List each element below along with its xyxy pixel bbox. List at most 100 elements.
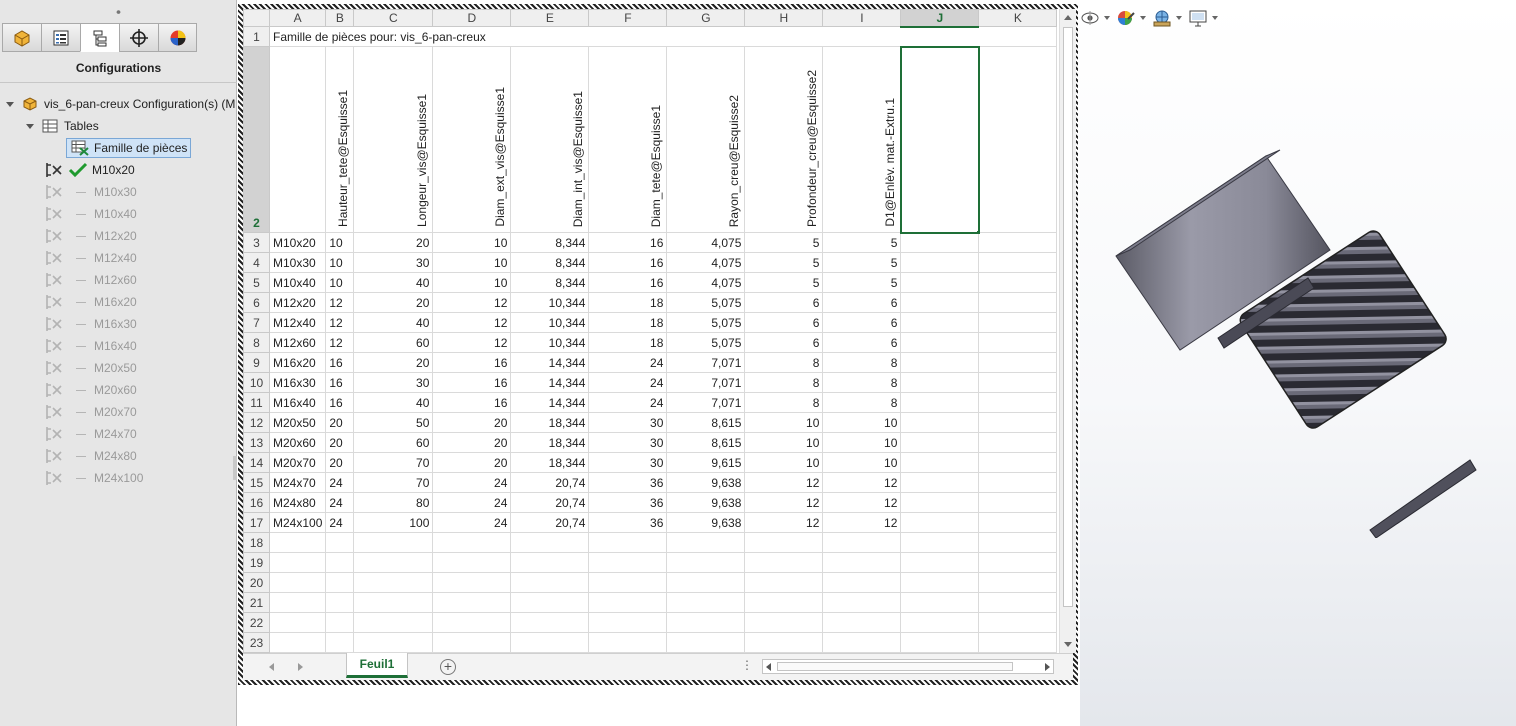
data-cell[interactable]: 5: [744, 252, 824, 273]
data-cell[interactable]: [268, 532, 327, 553]
data-cell[interactable]: 12: [325, 292, 355, 313]
row-header[interactable]: 6: [243, 292, 270, 313]
row-header[interactable]: 17: [243, 512, 270, 533]
column-header-a[interactable]: A: [268, 9, 327, 27]
data-cell[interactable]: 20: [325, 452, 355, 473]
data-cell[interactable]: [978, 492, 1058, 513]
data-cell[interactable]: [432, 632, 512, 653]
tab-split-handle[interactable]: ⋮: [741, 658, 753, 672]
data-cell[interactable]: [900, 452, 980, 473]
tab-dimxpert-manager[interactable]: [119, 23, 158, 52]
data-cell[interactable]: 16: [588, 232, 668, 253]
column-header-j[interactable]: J: [900, 9, 980, 28]
column-header-f[interactable]: F: [588, 9, 668, 27]
view-settings-button[interactable]: [1188, 9, 1218, 27]
data-cell[interactable]: [900, 272, 980, 293]
row-header[interactable]: 19: [243, 552, 270, 573]
data-cell[interactable]: M16x40: [268, 392, 327, 413]
data-cell[interactable]: [978, 372, 1058, 393]
data-cell[interactable]: 10: [325, 252, 355, 273]
data-cell[interactable]: [353, 532, 434, 553]
data-cell[interactable]: [268, 572, 327, 593]
data-cell[interactable]: 24: [588, 392, 668, 413]
data-cell[interactable]: [588, 632, 668, 653]
data-cell[interactable]: [978, 572, 1058, 593]
data-cell[interactable]: [822, 552, 902, 573]
data-cell[interactable]: [900, 572, 980, 593]
row-header[interactable]: 15: [243, 472, 270, 493]
data-cell[interactable]: 10: [822, 412, 902, 433]
data-cell[interactable]: [900, 252, 980, 273]
cell-A2[interactable]: [268, 46, 327, 233]
data-cell[interactable]: [900, 612, 980, 633]
row-header[interactable]: 16: [243, 492, 270, 513]
data-cell[interactable]: [666, 532, 746, 553]
socket-head-cap-screw-model[interactable]: [1108, 138, 1488, 538]
vertical-scrollbar[interactable]: [1059, 9, 1076, 653]
row-header[interactable]: 8: [243, 332, 270, 353]
data-cell[interactable]: 6: [744, 332, 824, 353]
data-cell[interactable]: [325, 572, 355, 593]
data-cell[interactable]: 6: [822, 332, 902, 353]
scroll-down-arrow-icon[interactable]: [1064, 642, 1072, 647]
data-cell[interactable]: M20x50: [268, 412, 327, 433]
data-cell[interactable]: 4,075: [666, 252, 746, 273]
data-cell[interactable]: [588, 572, 668, 593]
data-cell[interactable]: [666, 572, 746, 593]
data-cell[interactable]: [900, 492, 980, 513]
data-cell[interactable]: 4,075: [666, 272, 746, 293]
data-cell[interactable]: [822, 612, 902, 633]
config-item[interactable]: M24x80: [44, 446, 137, 466]
data-cell[interactable]: 5,075: [666, 332, 746, 353]
data-cell[interactable]: 16: [432, 392, 512, 413]
data-cell[interactable]: 16: [325, 372, 355, 393]
data-cell[interactable]: [744, 632, 824, 653]
data-cell[interactable]: [432, 572, 512, 593]
data-cell[interactable]: 20: [353, 352, 434, 373]
data-cell[interactable]: 5: [822, 272, 902, 293]
data-cell[interactable]: [978, 292, 1058, 313]
data-cell[interactable]: 8,615: [666, 432, 746, 453]
data-cell[interactable]: [268, 552, 327, 573]
data-cell[interactable]: 14,344: [510, 372, 590, 393]
data-cell[interactable]: 9,615: [666, 452, 746, 473]
data-cell[interactable]: [325, 632, 355, 653]
config-item[interactable]: M10x40: [44, 204, 137, 224]
data-cell[interactable]: [978, 352, 1058, 373]
data-cell[interactable]: [268, 612, 327, 633]
data-cell[interactable]: 6: [744, 292, 824, 313]
data-cell[interactable]: 8: [744, 352, 824, 373]
data-cell[interactable]: M10x40: [268, 272, 327, 293]
data-cell[interactable]: 4,075: [666, 232, 746, 253]
data-cell[interactable]: 5: [744, 272, 824, 293]
data-cell[interactable]: M20x70: [268, 452, 327, 473]
data-cell[interactable]: 12: [822, 492, 902, 513]
data-cell[interactable]: 16: [588, 272, 668, 293]
data-cell[interactable]: 12: [822, 472, 902, 493]
data-cell[interactable]: [510, 612, 590, 633]
parameter-header-cell[interactable]: Hauteur_tete@Esquisse1: [325, 46, 355, 233]
tab-configuration-manager[interactable]: [80, 23, 119, 52]
data-cell[interactable]: 10: [744, 412, 824, 433]
data-cell[interactable]: 20: [432, 412, 512, 433]
select-all-corner[interactable]: [243, 9, 270, 27]
column-header-k[interactable]: K: [978, 9, 1058, 27]
panel-grip-handle[interactable]: ⦁: [0, 6, 237, 16]
data-cell[interactable]: 10: [432, 272, 512, 293]
data-cell[interactable]: 8,615: [666, 412, 746, 433]
data-cell[interactable]: 50: [353, 412, 434, 433]
data-cell[interactable]: 12: [744, 492, 824, 513]
chevron-down-icon[interactable]: [1176, 16, 1182, 20]
next-sheet-arrow-icon[interactable]: [298, 663, 303, 671]
data-cell[interactable]: [978, 512, 1058, 533]
data-cell[interactable]: [978, 472, 1058, 493]
scroll-up-arrow-icon[interactable]: [1064, 15, 1072, 20]
parameter-header-cell[interactable]: Rayon_creu@Esquisse2: [666, 46, 746, 233]
row-header[interactable]: 14: [243, 452, 270, 473]
data-cell[interactable]: [900, 352, 980, 373]
config-item-active[interactable]: M10x20: [44, 160, 135, 180]
row-header[interactable]: 5: [243, 272, 270, 293]
add-sheet-button[interactable]: +: [440, 659, 456, 675]
parameter-header-cell[interactable]: Longeur_vis@Esquisse1: [353, 46, 434, 233]
column-header-g[interactable]: G: [666, 9, 746, 27]
